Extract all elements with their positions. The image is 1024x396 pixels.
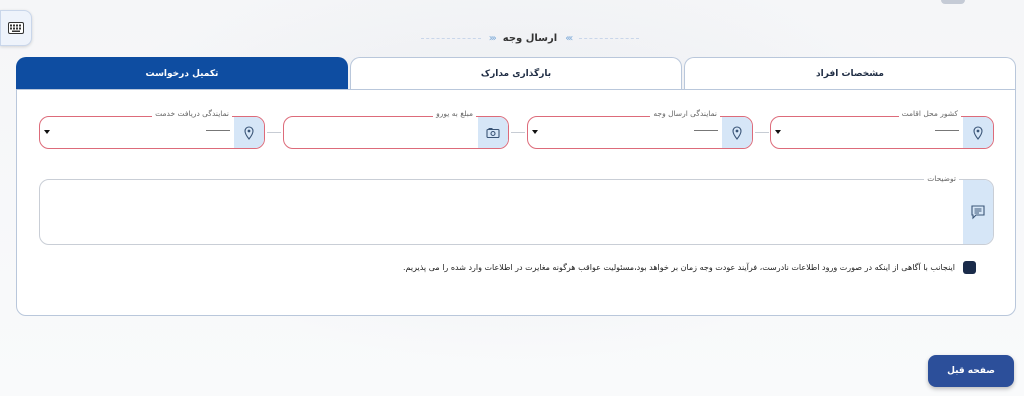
page-header: ››› ارسال وجه ‹‹‹	[380, 28, 680, 48]
previous-page-button[interactable]: صفحه قبل	[928, 355, 1014, 387]
receiver-agent-icon-box	[234, 117, 264, 148]
title-divider-right	[579, 37, 640, 39]
receiver-agent-placeholder-line	[206, 130, 230, 131]
amount-eur-icon-box	[478, 117, 508, 148]
title-decoration-icon: ›››	[488, 32, 497, 44]
description-icon-box	[963, 180, 993, 244]
receiver-agent-select-body[interactable]	[40, 117, 234, 148]
sender-agent-icon-box	[722, 117, 752, 148]
sender-agent-label: نمایندگی ارسال وجه	[650, 109, 720, 118]
description-textarea[interactable]: توضیحات	[39, 174, 994, 245]
chevron-down-icon	[775, 130, 781, 134]
receiver-agent-select[interactable]: نمایندگی دریافت خدمت	[39, 109, 265, 149]
map-pin-icon	[973, 125, 983, 140]
title-divider-left	[420, 37, 481, 39]
tab-complete-request[interactable]: تکمیل درخواست	[16, 57, 348, 89]
keyboard-icon	[8, 22, 24, 34]
sender-agent-select[interactable]: نمایندگی ارسال وجه	[527, 109, 753, 149]
sender-agent-placeholder-line	[694, 130, 718, 131]
map-pin-icon	[732, 125, 742, 140]
amount-eur-input[interactable]: مبلغ به یورو	[283, 109, 509, 149]
title-decoration-icon: ‹‹‹	[565, 32, 573, 44]
receiver-agent-label: نمایندگی دریافت خدمت	[152, 109, 232, 118]
step-tabs: تکمیل درخواست بارگذاری مدارک مشخصات افرا…	[16, 57, 1016, 89]
cash-icon	[486, 127, 500, 138]
chevron-down-icon	[44, 130, 50, 134]
agreement-checkbox[interactable]	[962, 260, 976, 274]
amount-eur-label: مبلغ به یورو	[433, 109, 476, 118]
field-connector	[267, 132, 281, 133]
country-select-body[interactable]	[771, 117, 963, 148]
country-icon-box	[963, 117, 993, 148]
chevron-down-icon	[532, 130, 538, 134]
agreement-text: اینجانب با آگاهی از اینکه در صورت ورود ا…	[403, 262, 955, 272]
field-connector	[511, 132, 525, 133]
country-placeholder-line	[935, 130, 959, 131]
virtual-keyboard-button[interactable]	[0, 10, 32, 46]
form-panel: نمایندگی دریافت خدمت مبلغ به یورو نمایند…	[16, 89, 1016, 316]
description-label: توضیحات	[924, 174, 959, 183]
field-connector	[755, 132, 769, 133]
message-icon	[971, 205, 985, 220]
agreement-row: اینجانب با آگاهی از اینکه در صورت ورود ا…	[403, 258, 1003, 276]
page-title: ارسال وجه	[502, 32, 558, 44]
tab-upload-documents[interactable]: بارگذاری مدارک	[350, 57, 682, 89]
country-select[interactable]: کشور محل اقامت	[770, 109, 994, 149]
map-pin-icon	[244, 125, 254, 140]
tab-person-details[interactable]: مشخصات افراد	[684, 57, 1016, 89]
sender-agent-select-body[interactable]	[528, 117, 722, 148]
country-label: کشور محل اقامت	[898, 109, 961, 118]
amount-eur-input-body[interactable]	[284, 117, 478, 148]
top-handle	[941, 0, 965, 4]
